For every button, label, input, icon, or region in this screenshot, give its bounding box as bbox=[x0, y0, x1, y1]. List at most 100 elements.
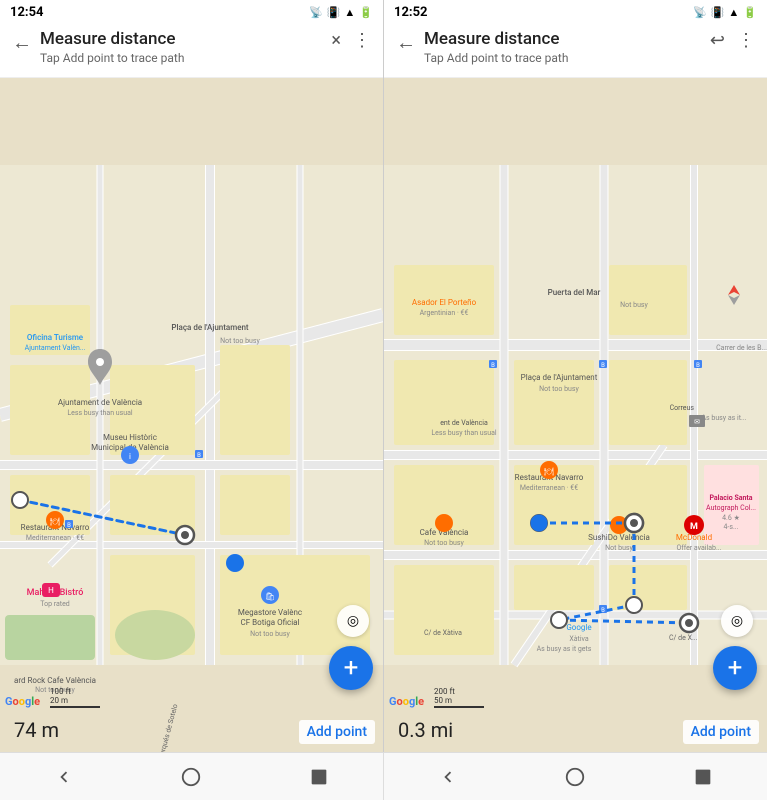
svg-text:Less busy than usual: Less busy than usual bbox=[431, 429, 497, 437]
title-left: Measure distance bbox=[40, 28, 323, 50]
svg-text:✉: ✉ bbox=[694, 418, 700, 426]
svg-text:ent de València: ent de València bbox=[440, 419, 488, 427]
map-left[interactable]: Oficina Turisme Ajuntament Valèn... Plaç… bbox=[0, 78, 383, 752]
compass-left[interactable]: ◎ bbox=[337, 605, 369, 637]
svg-text:Ajuntament Valèn...: Ajuntament Valèn... bbox=[25, 344, 86, 352]
svg-text:🍽: 🍽 bbox=[544, 467, 554, 476]
subtitle-right: Tap Add point to trace path bbox=[424, 51, 702, 65]
bottom-nav bbox=[0, 752, 767, 800]
status-time-right: 12:52 bbox=[394, 5, 428, 20]
distance-label-left: 74 m bbox=[8, 716, 65, 744]
svg-text:Less busy than usual: Less busy than usual bbox=[67, 409, 133, 417]
menu-button-right[interactable]: ⋮ bbox=[737, 30, 755, 51]
svg-text:Palacio Santa: Palacio Santa bbox=[709, 494, 752, 502]
svg-text:Not too busy: Not too busy bbox=[250, 630, 290, 638]
compass-right[interactable]: ◎ bbox=[721, 605, 753, 637]
close-button-left[interactable]: × bbox=[331, 30, 341, 51]
status-bar-right: 12:52 📡 📳 ▲ 🔋 bbox=[384, 0, 767, 22]
svg-text:C/ de Xàtiva: C/ de Xàtiva bbox=[424, 629, 462, 637]
distance-label-right: 0.3 mi bbox=[392, 716, 459, 744]
svg-text:SushiDo València: SushiDo València bbox=[588, 533, 650, 542]
svg-text:4.6 ★: 4.6 ★ bbox=[722, 514, 740, 522]
svg-text:4-s...: 4-s... bbox=[723, 523, 738, 531]
battery-icon-r: 🔋 bbox=[743, 6, 757, 19]
svg-text:Puerta del Mar: Puerta del Mar bbox=[548, 288, 601, 297]
scale-bar-right: 200 ft 50 m bbox=[434, 687, 484, 708]
svg-text:Mediterranean · €€: Mediterranean · €€ bbox=[520, 484, 578, 492]
subtitle-left: Tap Add point to trace path bbox=[40, 51, 323, 65]
vibrate-icon-r: 📳 bbox=[711, 6, 725, 19]
wifi-icon-r: ▲ bbox=[728, 6, 739, 19]
google-logo-right: Google bbox=[389, 695, 424, 708]
svg-text:As busy as it...: As busy as it... bbox=[701, 414, 746, 422]
svg-text:B: B bbox=[601, 362, 605, 369]
svg-text:Xàtiva: Xàtiva bbox=[569, 635, 589, 643]
wifi-icon: ▲ bbox=[344, 6, 355, 19]
title-right: Measure distance bbox=[424, 28, 702, 50]
svg-text:B: B bbox=[491, 362, 495, 369]
svg-text:CF Botiga Oficial: CF Botiga Oficial bbox=[241, 618, 300, 627]
svg-text:Google: Google bbox=[566, 623, 591, 632]
cast-icon: 📡 bbox=[309, 6, 323, 19]
home-nav-right[interactable] bbox=[557, 759, 593, 795]
back-button-left[interactable]: ← bbox=[12, 30, 32, 55]
svg-text:Plaça de l'Ajuntament: Plaça de l'Ajuntament bbox=[521, 373, 598, 382]
svg-text:M: M bbox=[690, 522, 698, 532]
top-bar-left: ← Measure distance Tap Add point to trac… bbox=[0, 22, 383, 78]
svg-text:i: i bbox=[129, 452, 131, 461]
svg-text:Megastore Valènc: Megastore Valènc bbox=[238, 608, 302, 617]
map-right[interactable]: Palacio Santa Autograph Col... 4.6 ★ 4-s… bbox=[384, 78, 767, 752]
status-time-left: 12:54 bbox=[10, 5, 44, 20]
svg-text:B: B bbox=[197, 452, 201, 459]
nav-section-left bbox=[0, 753, 384, 800]
svg-text:Ajuntament de València: Ajuntament de València bbox=[58, 398, 142, 407]
add-point-button-left[interactable]: Add point bbox=[299, 720, 375, 744]
status-bar-left: 12:54 📡 📳 ▲ 🔋 bbox=[0, 0, 383, 22]
svg-text:Correus: Correus bbox=[670, 404, 695, 412]
svg-text:C/ de X...: C/ de X... bbox=[669, 634, 698, 642]
svg-text:Top rated: Top rated bbox=[40, 600, 70, 608]
svg-text:🛍: 🛍 bbox=[265, 592, 275, 601]
svg-text:🍽: 🍽 bbox=[50, 517, 60, 526]
svg-text:Marqués de Sotelo: Marqués de Sotelo bbox=[157, 703, 180, 752]
recent-nav-left[interactable] bbox=[301, 759, 337, 795]
svg-text:H: H bbox=[48, 586, 54, 595]
svg-text:Not too busy: Not too busy bbox=[220, 337, 260, 345]
top-bar-right: ← Measure distance Tap Add point to trac… bbox=[384, 22, 767, 78]
scale-bar-left: 100 ft 20 m bbox=[50, 687, 100, 708]
battery-icon: 🔋 bbox=[359, 6, 373, 19]
vibrate-icon: 📳 bbox=[327, 6, 341, 19]
svg-text:B: B bbox=[67, 522, 71, 529]
undo-button-right[interactable]: ↩ bbox=[710, 30, 725, 51]
svg-text:Offer availab...: Offer availab... bbox=[676, 544, 721, 552]
svg-text:Not busy: Not busy bbox=[605, 544, 633, 552]
status-icons-left: 📡 📳 ▲ 🔋 bbox=[309, 6, 373, 19]
nav-section-right bbox=[384, 753, 767, 800]
back-button-right[interactable]: ← bbox=[396, 30, 416, 55]
google-logo-left: Google bbox=[5, 695, 40, 708]
svg-text:Not busy: Not busy bbox=[620, 301, 648, 309]
svg-text:Carrer de les B...: Carrer de les B... bbox=[716, 344, 767, 352]
svg-text:Museu Històric: Museu Històric bbox=[103, 433, 157, 442]
add-point-fab-left[interactable]: + bbox=[329, 646, 373, 690]
svg-text:Mediterranean · €€: Mediterranean · €€ bbox=[26, 534, 84, 542]
left-panel: 12:54 📡 📳 ▲ 🔋 ← Measure distance Tap Add… bbox=[0, 0, 384, 752]
svg-text:Argentinian · €€: Argentinian · €€ bbox=[420, 309, 469, 317]
svg-text:Not too busy: Not too busy bbox=[539, 385, 579, 393]
menu-button-left[interactable]: ⋮ bbox=[353, 30, 371, 51]
add-point-fab-right[interactable]: + bbox=[713, 646, 757, 690]
back-nav-left[interactable] bbox=[46, 759, 82, 795]
status-icons-right: 📡 📳 ▲ 🔋 bbox=[693, 6, 757, 19]
add-point-button-right[interactable]: Add point bbox=[683, 720, 759, 744]
svg-text:ard Rock Cafe València: ard Rock Cafe València bbox=[14, 676, 96, 685]
svg-text:Oficina Turisme: Oficina Turisme bbox=[27, 333, 84, 342]
svg-text:Autograph Col...: Autograph Col... bbox=[706, 504, 756, 512]
recent-nav-right[interactable] bbox=[685, 759, 721, 795]
home-nav-left[interactable] bbox=[173, 759, 209, 795]
cast-icon-r: 📡 bbox=[693, 6, 707, 19]
svg-text:Not too busy: Not too busy bbox=[424, 539, 464, 547]
svg-text:Asador El Porteño: Asador El Porteño bbox=[412, 298, 477, 307]
right-panel: 12:52 📡 📳 ▲ 🔋 ← Measure distance Tap Add… bbox=[384, 0, 767, 752]
back-nav-right[interactable] bbox=[430, 759, 466, 795]
svg-text:B: B bbox=[696, 362, 700, 369]
